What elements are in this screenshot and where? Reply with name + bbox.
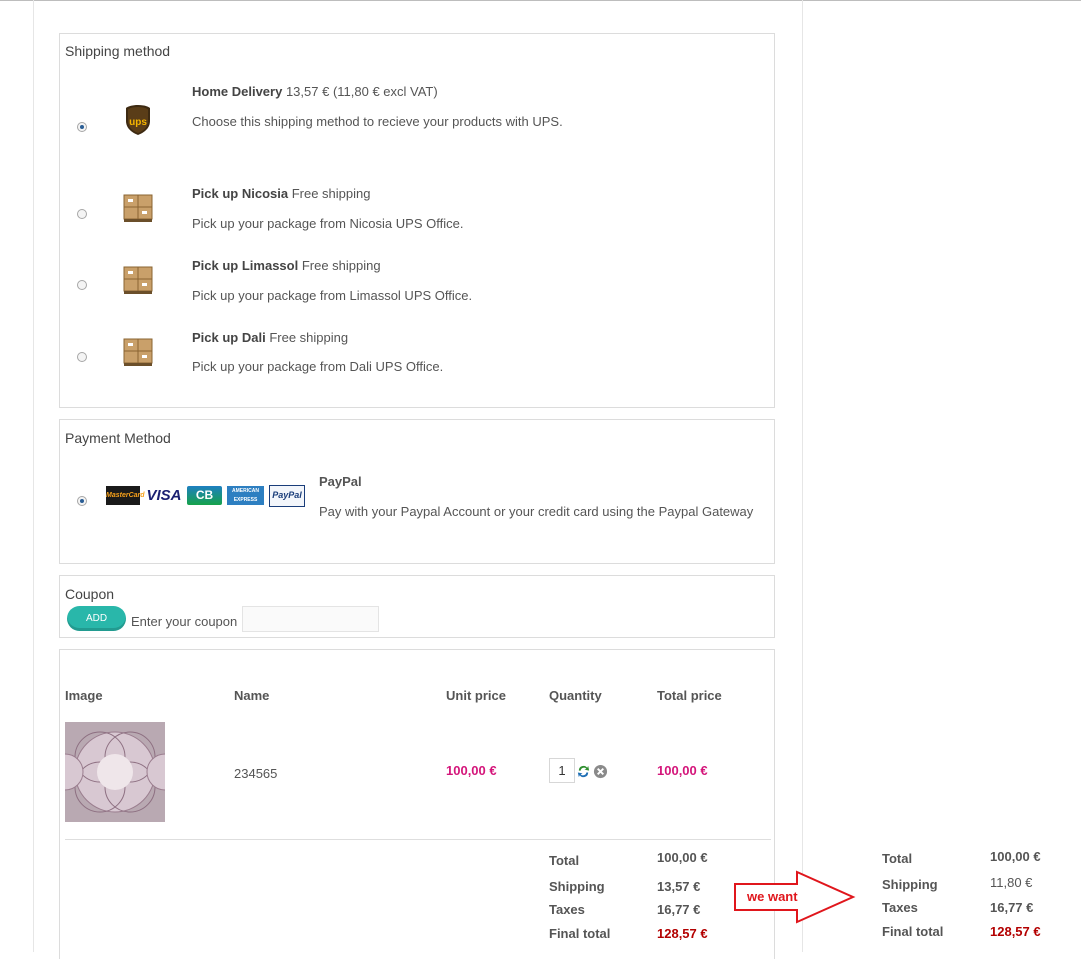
ups-logo-icon: ups <box>126 105 150 135</box>
shipping-radio-nicosia[interactable] <box>77 209 87 219</box>
product-thumbnail <box>65 722 165 822</box>
shipping-method-legend: Shipping method <box>65 43 171 59</box>
coupon-label: Enter your coupon <box>131 614 238 629</box>
summary-total-value: 100,00 € <box>657 850 708 865</box>
header-image: Image <box>65 688 103 703</box>
coupon-input[interactable] <box>242 606 379 632</box>
payment-method-legend: Payment Method <box>65 430 171 446</box>
payment-radio-paypal[interactable] <box>77 496 87 506</box>
coupon-legend: Coupon <box>65 586 115 602</box>
header-total-price: Total price <box>657 688 722 703</box>
shipping-option-home-delivery-title: Home Delivery 13,57 € (11,80 € excl VAT) <box>192 84 438 99</box>
package-boxes-icon <box>123 338 153 366</box>
header-quantity: Quantity <box>549 688 602 703</box>
summary-shipping-label: Shipping <box>549 879 605 894</box>
amex-logo-icon: AMERICAN EXPRESS <box>227 486 264 505</box>
desired-shipping-label: Shipping <box>882 877 938 892</box>
shipping-radio-limassol[interactable] <box>77 280 87 290</box>
page-right-border <box>802 0 803 952</box>
refresh-icon[interactable] <box>576 764 591 779</box>
summary-final-total-value: 128,57 € <box>657 926 708 941</box>
package-boxes-icon <box>123 266 153 294</box>
summary-final-total-label: Final total <box>549 926 611 941</box>
shipping-radio-home-delivery[interactable] <box>77 122 87 132</box>
cart-section: Image Name Unit price Quantity Total pri… <box>59 649 775 959</box>
header-name: Name <box>234 688 270 703</box>
page-left-border <box>33 0 34 952</box>
summary-shipping-value: 13,57 € <box>657 879 701 894</box>
mastercard-logo-icon: MasterCard <box>106 486 145 505</box>
cart-divider <box>65 839 771 840</box>
product-unit-price: 100,00 € <box>446 763 497 778</box>
shipping-option-dali-title: Pick up Dali Free shipping <box>192 330 349 345</box>
shipping-option-limassol-desc: Pick up your package from Limassol UPS O… <box>192 288 473 303</box>
payment-method-section: Payment Method MasterCard VISA CB AMERIC… <box>59 419 775 564</box>
desired-total-label: Total <box>882 851 913 866</box>
shipping-option-nicosia-desc: Pick up your package from Nicosia UPS Of… <box>192 216 464 231</box>
desired-taxes-label: Taxes <box>882 900 918 915</box>
desired-shipping-value: 11,80 € <box>990 875 1033 890</box>
payment-paypal-title: PayPal <box>319 474 362 489</box>
desired-taxes-value: 16,77 € <box>990 900 1034 915</box>
payment-paypal-desc: Pay with your Paypal Account or your cre… <box>319 504 754 519</box>
package-boxes-icon <box>123 194 153 222</box>
summary-total-label: Total <box>549 853 580 868</box>
desired-total-value: 100,00 € <box>990 849 1041 864</box>
product-total-price: 100,00 € <box>657 763 708 778</box>
svg-text:ups: ups <box>129 117 147 128</box>
paypal-logo-icon: PayPal <box>269 485 305 507</box>
remove-item-icon[interactable] <box>593 764 608 779</box>
annotation-label: we want <box>747 889 798 904</box>
cb-logo-icon: CB <box>187 486 222 505</box>
shipping-option-limassol-title: Pick up Limassol Free shipping <box>192 258 381 273</box>
shipping-option-nicosia-title: Pick up Nicosia Free shipping <box>192 186 371 201</box>
visa-logo-icon: VISA <box>146 487 182 504</box>
shipping-method-section: Shipping method ups Home Delivery 13,57 … <box>59 33 775 408</box>
header-unit-price: Unit price <box>446 688 506 703</box>
product-name: 234565 <box>234 766 278 781</box>
shipping-option-dali-desc: Pick up your package from Dali UPS Offic… <box>192 359 444 374</box>
shipping-radio-dali[interactable] <box>77 352 87 362</box>
summary-taxes-label: Taxes <box>549 902 585 917</box>
summary-taxes-value: 16,77 € <box>657 902 701 917</box>
desired-final-total-label: Final total <box>882 924 944 939</box>
shipping-option-home-delivery-desc: Choose this shipping method to recieve y… <box>192 114 563 129</box>
coupon-section: Coupon ADD Enter your coupon <box>59 575 775 638</box>
top-border <box>0 0 1081 1</box>
add-coupon-button[interactable]: ADD <box>67 606 126 631</box>
quantity-input[interactable] <box>549 758 575 783</box>
desired-final-total-value: 128,57 € <box>990 924 1041 939</box>
